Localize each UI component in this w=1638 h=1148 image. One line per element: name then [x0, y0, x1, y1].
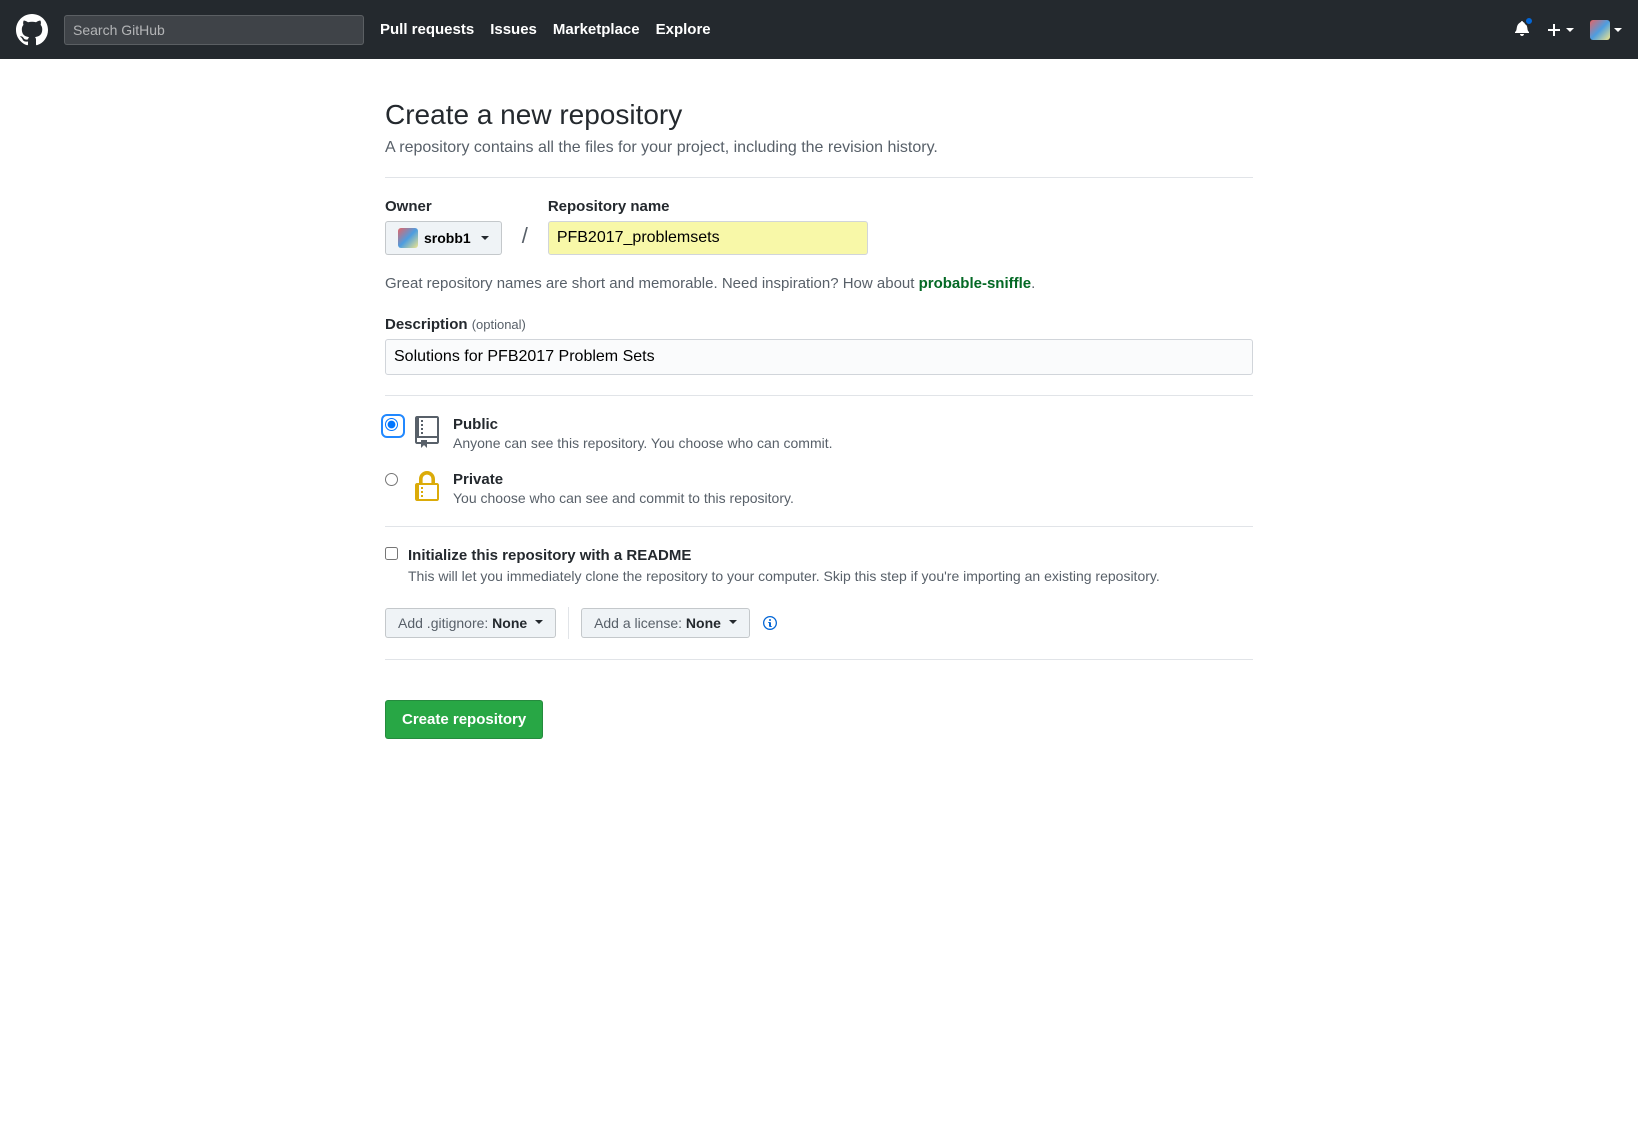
divider [385, 659, 1253, 660]
description-label: Description (optional) [385, 316, 1253, 333]
main-content: Create a new repository A repository con… [369, 59, 1269, 779]
divider [385, 395, 1253, 396]
license-value: None [686, 615, 721, 631]
private-title: Private [453, 471, 794, 488]
vertical-separator [568, 607, 569, 639]
gitignore-select-button[interactable]: Add .gitignore: None [385, 608, 556, 638]
init-readme-title: Initialize this repository with a README [408, 547, 1160, 564]
visibility-public-row: Public Anyone can see this repository. Y… [385, 416, 1253, 451]
plus-icon [1546, 22, 1562, 38]
description-label-text: Description [385, 316, 468, 333]
repo-name-label: Repository name [548, 198, 868, 215]
visibility-private-row: Private You choose who can see and commi… [385, 471, 1253, 506]
chevron-down-icon [1566, 28, 1574, 36]
repo-icon [411, 416, 443, 448]
repo-name-hint: Great repository names are short and mem… [385, 275, 1253, 292]
create-repository-button[interactable]: Create repository [385, 700, 543, 739]
search-input[interactable] [64, 15, 364, 45]
repo-name-input[interactable] [548, 221, 868, 255]
chevron-down-icon [481, 236, 489, 244]
owner-select-button[interactable]: srobb1 [385, 221, 502, 255]
license-prefix: Add a license: [594, 615, 686, 631]
page-title: Create a new repository [385, 99, 1253, 131]
nav-issues[interactable]: Issues [490, 21, 537, 38]
chevron-down-icon [729, 620, 737, 628]
notifications-button[interactable] [1514, 20, 1530, 39]
notification-indicator [1524, 16, 1534, 26]
divider [385, 177, 1253, 178]
user-menu-dropdown[interactable] [1590, 20, 1622, 40]
license-select-button[interactable]: Add a license: None [581, 608, 750, 638]
owner-label: Owner [385, 198, 502, 215]
public-radio[interactable] [385, 418, 398, 431]
nav-explore[interactable]: Explore [656, 21, 711, 38]
global-header: Pull requests Issues Marketplace Explore [0, 0, 1638, 59]
name-suggestion-link[interactable]: probable-sniffle [919, 275, 1032, 292]
divider [385, 526, 1253, 527]
init-readme-row: Initialize this repository with a README… [385, 547, 1253, 587]
lock-icon [411, 471, 443, 503]
primary-nav: Pull requests Issues Marketplace Explore [380, 21, 711, 38]
page-subtitle: A repository contains all the files for … [385, 139, 1253, 157]
private-radio-wrap [385, 473, 401, 489]
description-optional-text: (optional) [472, 317, 526, 332]
create-new-dropdown[interactable] [1546, 22, 1574, 38]
description-input[interactable] [385, 339, 1253, 375]
hint-text: Great repository names are short and mem… [385, 275, 919, 292]
avatar [398, 228, 418, 248]
public-title: Public [453, 416, 833, 433]
public-desc: Anyone can see this repository. You choo… [453, 435, 833, 451]
owner-name: srobb1 [424, 230, 471, 246]
info-icon[interactable] [762, 615, 778, 631]
private-radio[interactable] [385, 473, 398, 486]
hint-suffix: . [1031, 275, 1035, 292]
gitignore-prefix: Add .gitignore: [398, 615, 492, 631]
owner-field: Owner srobb1 [385, 198, 502, 255]
init-readme-desc: This will let you immediately clone the … [408, 566, 1160, 587]
init-readme-checkbox[interactable] [385, 547, 398, 560]
chevron-down-icon [535, 620, 543, 628]
public-radio-wrap [385, 418, 401, 434]
avatar [1590, 20, 1610, 40]
options-row: Add .gitignore: None Add a license: None [385, 607, 1253, 639]
nav-pull-requests[interactable]: Pull requests [380, 21, 474, 38]
path-separator: / [522, 223, 528, 255]
repo-name-field: Repository name [548, 198, 868, 255]
private-desc: You choose who can see and commit to thi… [453, 490, 794, 506]
nav-marketplace[interactable]: Marketplace [553, 21, 640, 38]
gitignore-value: None [492, 615, 527, 631]
github-logo-icon[interactable] [16, 14, 48, 46]
chevron-down-icon [1614, 28, 1622, 36]
